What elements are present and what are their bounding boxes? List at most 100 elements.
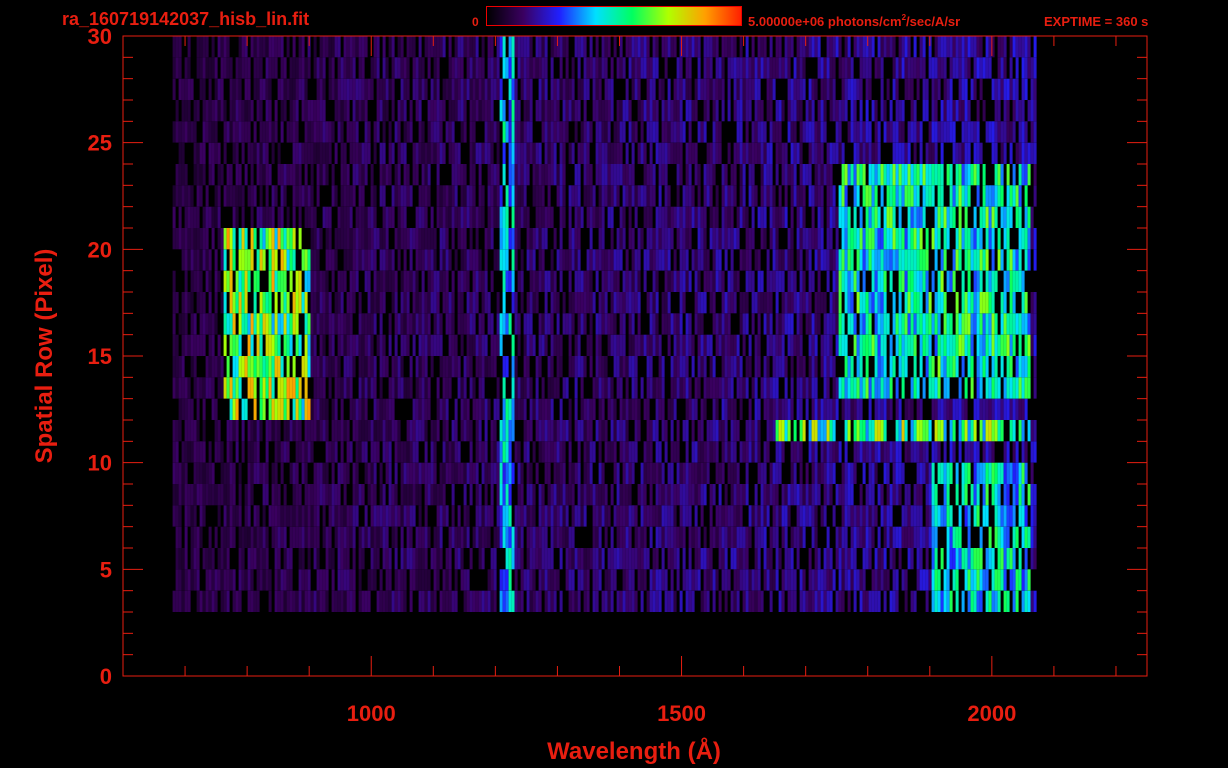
heatmap-cell <box>226 313 230 335</box>
heatmap-cell <box>190 313 194 335</box>
heatmap-cell <box>964 420 968 442</box>
heatmap-cell <box>409 569 413 591</box>
heatmap-cell <box>841 377 845 399</box>
heatmap-cell <box>436 526 440 548</box>
heatmap-cell <box>595 313 599 335</box>
heatmap-cell <box>427 164 431 186</box>
heatmap-cell <box>748 356 752 378</box>
heatmap-cell <box>889 334 893 356</box>
heatmap-cell <box>862 441 866 463</box>
heatmap-cell <box>1012 420 1016 442</box>
heatmap-cell <box>604 313 608 335</box>
heatmap-cell <box>709 164 713 186</box>
heatmap-cell <box>202 377 206 399</box>
heatmap-cell <box>238 590 242 612</box>
heatmap-cell <box>202 142 206 164</box>
heatmap-cell <box>892 441 896 463</box>
heatmap-cell <box>220 526 224 548</box>
heatmap-cell <box>706 377 710 399</box>
heatmap-cell <box>187 206 191 228</box>
heatmap-cell <box>562 164 566 186</box>
heatmap-cell <box>520 548 524 570</box>
heatmap-cell <box>475 249 479 271</box>
heatmap-cell <box>349 398 353 420</box>
heatmap-cell <box>289 249 293 271</box>
heatmap-cell <box>457 228 461 250</box>
heatmap-cell <box>625 377 629 399</box>
heatmap-cell <box>418 569 422 591</box>
heatmap-cell <box>529 420 533 442</box>
heatmap-cell <box>196 142 200 164</box>
heatmap-cell <box>535 185 539 207</box>
heatmap-cell <box>466 526 470 548</box>
heatmap-cell <box>940 185 944 207</box>
heatmap-cell <box>403 292 407 314</box>
heatmap-cell <box>421 462 425 484</box>
heatmap-cell <box>649 313 653 335</box>
heatmap-cell <box>976 164 980 186</box>
heatmap-cell <box>196 441 200 463</box>
heatmap-cell <box>460 164 464 186</box>
heatmap-cell <box>1000 462 1004 484</box>
heatmap-cell <box>208 164 212 186</box>
heatmap-cell <box>271 484 275 506</box>
heatmap-cell <box>856 398 860 420</box>
heatmap-cell <box>295 484 299 506</box>
heatmap-cell <box>1021 441 1025 463</box>
heatmap-cell <box>898 420 902 442</box>
heatmap-cell <box>280 313 284 335</box>
heatmap-cell <box>265 206 269 228</box>
heatmap-cell <box>241 185 245 207</box>
heatmap-cell <box>649 142 653 164</box>
heatmap-cell <box>652 164 656 186</box>
heatmap-cell <box>334 590 338 612</box>
heatmap-cell <box>217 484 221 506</box>
heatmap-cell <box>850 356 854 378</box>
heatmap-cell <box>433 292 437 314</box>
heatmap-cell <box>586 590 590 612</box>
heatmap-cell <box>208 313 212 335</box>
heatmap-cell <box>382 548 386 570</box>
heatmap-cell <box>589 334 593 356</box>
heatmap-cell <box>871 142 875 164</box>
heatmap-cell <box>868 377 872 399</box>
heatmap-cell <box>985 484 989 506</box>
heatmap-cell <box>271 505 275 527</box>
heatmap-cell <box>931 313 935 335</box>
heatmap-cell <box>571 313 575 335</box>
heatmap-cell <box>508 228 512 250</box>
heatmap-cell <box>802 484 806 506</box>
heatmap-cell <box>757 292 761 314</box>
heatmap-cell <box>1024 548 1028 570</box>
heatmap-cell <box>592 590 596 612</box>
heatmap-cell <box>355 270 359 292</box>
heatmap-cell <box>808 249 812 271</box>
heatmap-cell <box>280 398 284 420</box>
heatmap-cell <box>178 313 182 335</box>
heatmap-cell <box>688 206 692 228</box>
heatmap-cell <box>892 164 896 186</box>
heatmap-cell <box>205 462 209 484</box>
heatmap-cell <box>292 292 296 314</box>
heatmap-cell <box>748 441 752 463</box>
heatmap-cell <box>979 526 983 548</box>
heatmap-cell <box>862 334 866 356</box>
heatmap-cell <box>1018 121 1022 143</box>
heatmap-cell <box>397 185 401 207</box>
heatmap-cell <box>358 569 362 591</box>
heatmap-cell <box>466 313 470 335</box>
heatmap-cell <box>976 142 980 164</box>
heatmap-cell <box>280 526 284 548</box>
heatmap-cell <box>517 313 521 335</box>
heatmap-cell <box>655 420 659 442</box>
heatmap-cell <box>274 185 278 207</box>
heatmap-cell <box>874 313 878 335</box>
heatmap-cell <box>571 569 575 591</box>
heatmap-cell <box>394 270 398 292</box>
heatmap-cell <box>1006 377 1010 399</box>
heatmap-cell <box>490 334 494 356</box>
heatmap-cell <box>211 164 215 186</box>
heatmap-cell <box>445 313 449 335</box>
heatmap-cell <box>808 270 812 292</box>
heatmap-cell <box>625 270 629 292</box>
